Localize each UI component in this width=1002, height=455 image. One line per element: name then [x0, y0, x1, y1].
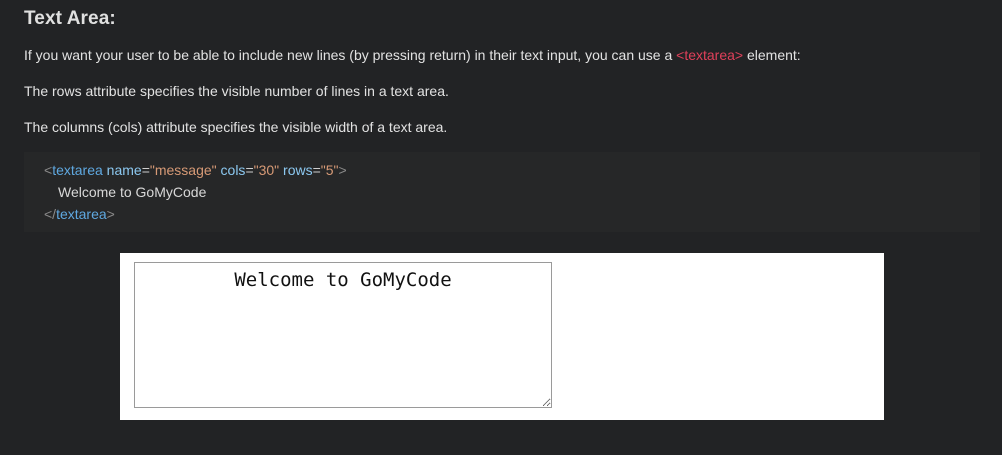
code-value-name: "message" — [149, 162, 217, 178]
code-line-open-tag: <textarea name="message" cols="30" rows=… — [44, 161, 347, 179]
demo-output-panel: Welcome to GoMyCode — [120, 253, 884, 420]
code-attr-name: name — [106, 162, 142, 178]
code-open-gt: > — [338, 162, 347, 178]
code-eq-name: = — [141, 162, 150, 178]
cols-paragraph: The columns (cols) attribute specifies t… — [24, 119, 448, 135]
intro-paragraph: If you want your user to be able to incl… — [24, 46, 801, 64]
rows-paragraph: The rows attribute specifies the visible… — [24, 83, 449, 99]
code-attr-rows: rows — [283, 162, 313, 178]
code-eq-rows: = — [312, 162, 321, 178]
inline-code-textarea: <textarea> — [676, 47, 744, 63]
tutorial-content: Text Area: If you want your user to be a… — [24, 6, 980, 232]
code-open-lt: < — [44, 162, 53, 178]
code-tag-name: textarea — [52, 162, 103, 178]
code-attr-cols: cols — [220, 162, 246, 178]
code-eq-cols: = — [245, 162, 254, 178]
code-value-rows: "5" — [320, 162, 339, 178]
section-heading: Text Area: — [24, 8, 116, 29]
intro-text-after: element: — [743, 47, 801, 63]
code-line-close-tag: </textarea> — [44, 205, 115, 223]
code-line-content: Welcome to GoMyCode — [58, 184, 207, 200]
code-close-lt: </ — [44, 206, 57, 222]
code-close-gt: > — [106, 206, 115, 222]
code-example: <textarea name="message" cols="30" rows=… — [24, 152, 980, 232]
demo-textarea[interactable]: Welcome to GoMyCode — [134, 262, 552, 408]
code-close-tag-name: textarea — [56, 206, 107, 222]
code-value-cols: "30" — [253, 162, 280, 178]
intro-text-before: If you want your user to be able to incl… — [24, 47, 677, 63]
